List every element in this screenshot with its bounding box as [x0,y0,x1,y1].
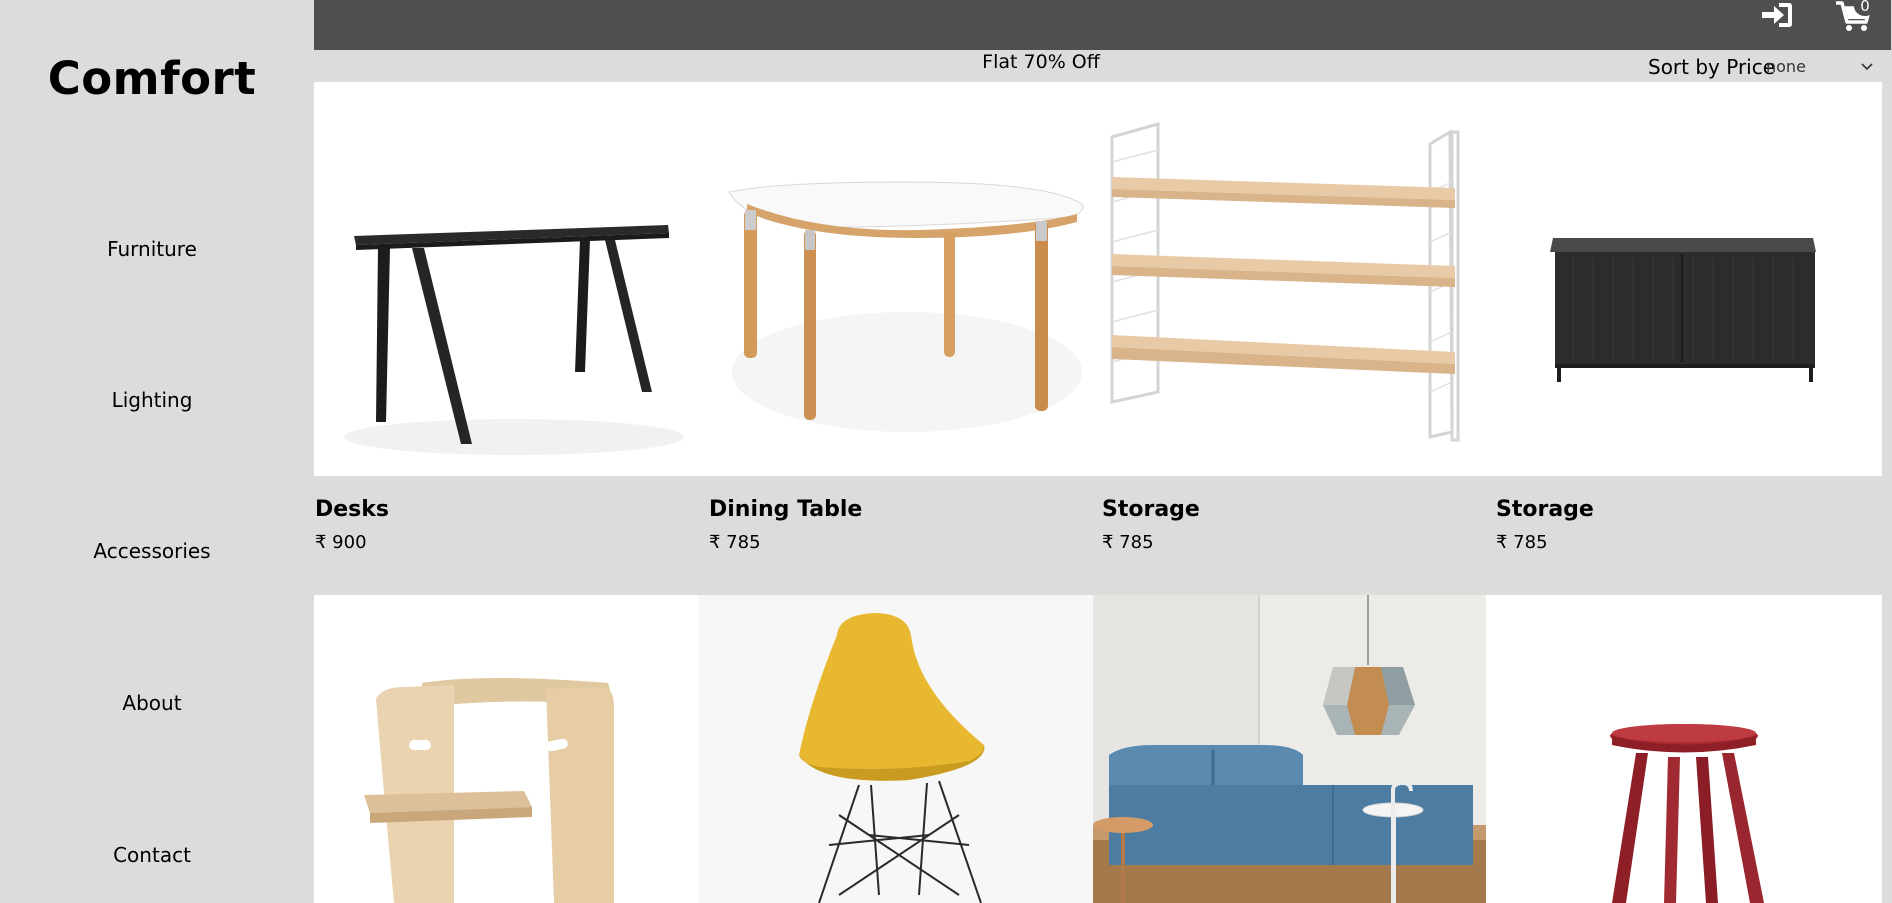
product-image-yellow-chair[interactable] [699,595,1093,903]
nav-item-accessories[interactable]: Accessories [0,539,304,563]
sort-select[interactable]: none [1766,57,1880,79]
product-name[interactable]: Desks [315,497,389,522]
sidebar: Comfort Furniture Lighting Accessories A… [0,0,314,903]
product-image-sideboard[interactable] [1493,82,1882,476]
sign-in-icon[interactable] [1760,0,1794,30]
product-image-desk[interactable] [314,82,707,476]
sort-selected-value: none [1766,57,1806,76]
product-price: ₹ 785 [1496,532,1548,553]
brand-logo[interactable]: Comfort [0,52,304,105]
product-price: ₹ 900 [315,532,367,553]
product-name[interactable]: Dining Table [709,497,862,522]
chevron-down-icon [1861,63,1873,71]
nav-item-furniture[interactable]: Furniture [0,237,304,261]
nav-item-about[interactable]: About [0,691,304,715]
product-name[interactable]: Storage [1496,497,1594,522]
sort-label: Sort by Price [1648,55,1776,79]
product-name[interactable]: Storage [1102,497,1200,522]
product-price: ₹ 785 [1102,532,1154,553]
product-image-dining-table[interactable] [707,82,1100,476]
product-image-wooden-chair[interactable] [314,595,699,903]
product-image-living-room[interactable] [1093,595,1486,903]
product-image-red-stool[interactable] [1486,595,1882,903]
promo-banner: Flat 70% Off [982,51,1100,73]
nav-item-lighting[interactable]: Lighting [0,388,304,412]
nav-item-contact[interactable]: Contact [0,843,304,867]
product-image-shelf[interactable] [1100,82,1493,476]
product-price: ₹ 785 [709,532,761,553]
top-bar [314,0,1891,50]
